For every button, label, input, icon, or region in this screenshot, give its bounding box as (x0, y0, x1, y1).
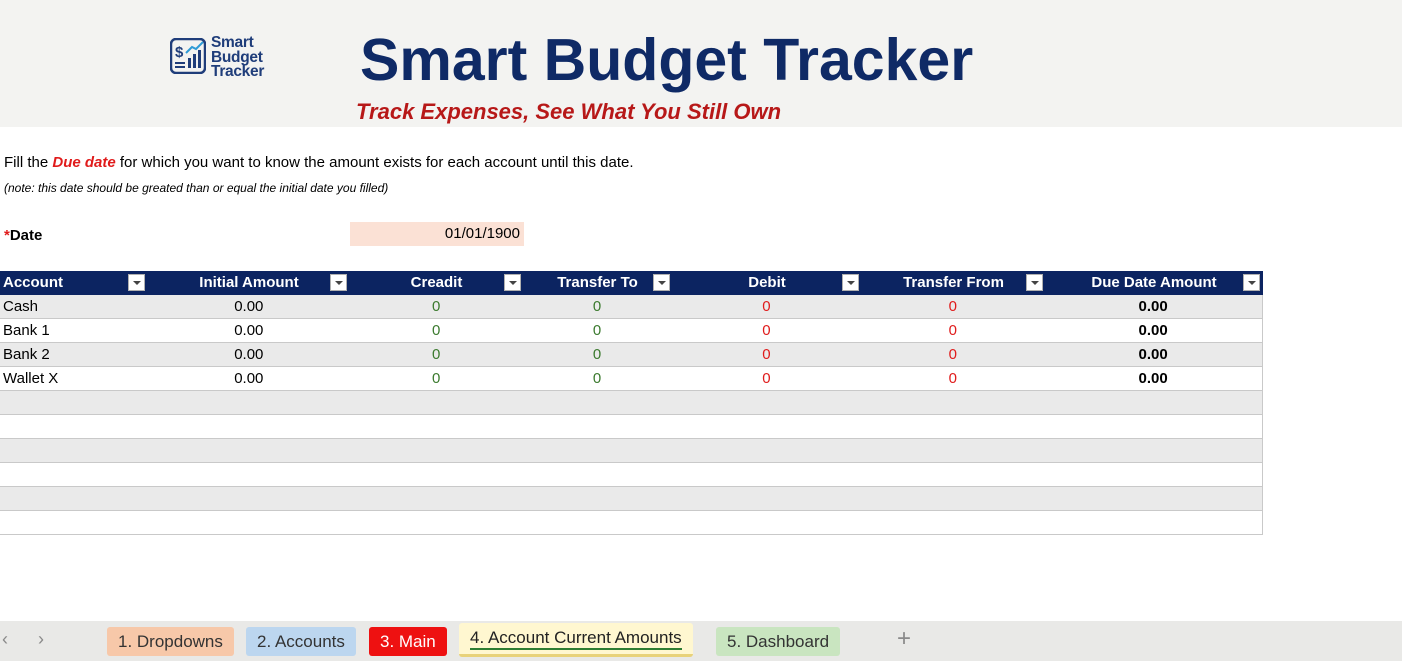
cell-due-date-amount[interactable]: 0.00 (1044, 319, 1262, 342)
sheet-tab-dashboard[interactable]: 5. Dashboard (716, 627, 841, 656)
cell-debit[interactable]: 0 (671, 295, 861, 318)
column-header-label: Transfer From (903, 274, 1004, 291)
add-sheet-icon[interactable]: + (897, 625, 911, 653)
cell-transfer-to[interactable]: 0 (523, 343, 672, 366)
empty-table-row[interactable] (0, 511, 1263, 535)
column-header-due-date-amount: Due Date Amount (1045, 271, 1263, 295)
cell-transfer-to[interactable]: 0 (523, 319, 672, 342)
accounts-table: Account Initial Amount Creadit Transfer … (0, 271, 1263, 535)
instructions-text: Fill the Due date for which you want to … (4, 154, 634, 171)
instructions-highlight: Due date (52, 154, 116, 171)
cell-transfer-to[interactable]: 0 (523, 295, 672, 318)
column-header-label: Account (3, 274, 63, 291)
cell-debit[interactable]: 0 (671, 319, 861, 342)
cell-transfer-to[interactable]: 0 (523, 367, 672, 390)
due-date-input[interactable]: 01/01/1900 (350, 222, 524, 246)
column-header-debit: Debit (672, 271, 862, 295)
active-tab-label: 4. Account Current Amounts (470, 628, 682, 650)
cell-credit[interactable]: 0 (350, 295, 523, 318)
cell-account[interactable]: Wallet X (0, 367, 148, 390)
instructions-suffix: for which you want to know the amount ex… (115, 154, 634, 171)
table-row: Cash 0.00 0 0 0 0 0.00 (0, 295, 1263, 319)
empty-table-row[interactable] (0, 463, 1263, 487)
header-band: $ Smart Budget Tracker Smart Budget Trac… (0, 0, 1402, 127)
column-header-transfer-to: Transfer To (523, 271, 672, 295)
cell-account[interactable]: Cash (0, 295, 148, 318)
cell-due-date-amount[interactable]: 0.00 (1044, 343, 1262, 366)
column-header-account: Account (0, 271, 148, 295)
column-header-credit: Creadit (350, 271, 523, 295)
cell-credit[interactable]: 0 (350, 319, 523, 342)
instructions-note: (note: this date should be greated than … (4, 181, 389, 195)
filter-dropdown-icon[interactable] (128, 274, 145, 291)
filter-dropdown-icon[interactable] (504, 274, 521, 291)
filter-dropdown-icon[interactable] (653, 274, 670, 291)
sheet-tab-accounts[interactable]: 2. Accounts (246, 627, 356, 656)
cell-credit[interactable]: 0 (350, 367, 523, 390)
filter-dropdown-icon[interactable] (1026, 274, 1043, 291)
filter-dropdown-icon[interactable] (330, 274, 347, 291)
cell-transfer-from[interactable]: 0 (861, 343, 1044, 366)
sheet-tab-dropdowns[interactable]: 1. Dropdowns (107, 627, 234, 656)
cell-initial-amount[interactable]: 0.00 (148, 319, 350, 342)
cell-due-date-amount[interactable]: 0.00 (1044, 367, 1262, 390)
column-header-label: Initial Amount (199, 274, 299, 291)
cell-initial-amount[interactable]: 0.00 (148, 295, 350, 318)
scroll-right-icon[interactable]: › (38, 629, 44, 650)
logo-chart-icon: $ (170, 38, 206, 74)
svg-text:$: $ (175, 44, 184, 61)
cell-initial-amount[interactable]: 0.00 (148, 367, 350, 390)
empty-table-row[interactable] (0, 415, 1263, 439)
filter-dropdown-icon[interactable] (1243, 274, 1260, 291)
table-header: Account Initial Amount Creadit Transfer … (0, 271, 1263, 295)
sheet-tab-bar: ‹ › 1. Dropdowns 2. Accounts 3. Main 4. … (0, 621, 1402, 661)
logo-text: Smart Budget Tracker (211, 35, 265, 80)
filter-dropdown-icon[interactable] (842, 274, 859, 291)
cell-transfer-from[interactable]: 0 (861, 319, 1044, 342)
column-header-initial-amount: Initial Amount (148, 271, 350, 295)
empty-table-row[interactable] (0, 391, 1263, 415)
cell-due-date-amount[interactable]: 0.00 (1044, 295, 1262, 318)
cell-account[interactable]: Bank 2 (0, 343, 148, 366)
instructions-prefix: Fill the (4, 154, 53, 171)
date-label-text: Date (9, 227, 43, 244)
scroll-left-icon[interactable]: ‹ (2, 629, 8, 650)
cell-transfer-from[interactable]: 0 (861, 367, 1044, 390)
logo-line: Tracker (211, 63, 265, 80)
empty-table-row[interactable] (0, 439, 1263, 463)
page-title: Smart Budget Tracker (360, 27, 974, 93)
cell-account[interactable]: Bank 1 (0, 319, 148, 342)
column-header-label: Transfer To (557, 274, 638, 291)
app-logo: $ Smart Budget Tracker (170, 35, 280, 84)
column-header-label: Creadit (410, 274, 463, 291)
cell-credit[interactable]: 0 (350, 343, 523, 366)
table-row: Bank 1 0.00 0 0 0 0 0.00 (0, 319, 1263, 343)
column-header-transfer-from: Transfer From (862, 271, 1045, 295)
sheet-tab-main[interactable]: 3. Main (369, 627, 447, 656)
empty-table-row[interactable] (0, 487, 1263, 511)
table-row: Bank 2 0.00 0 0 0 0 0.00 (0, 343, 1263, 367)
cell-initial-amount[interactable]: 0.00 (148, 343, 350, 366)
cell-transfer-from[interactable]: 0 (861, 295, 1044, 318)
page-subtitle: Track Expenses, See What You Still Own (356, 99, 782, 124)
sheet-tab-account-current-amounts[interactable]: 4. Account Current Amounts (459, 623, 693, 657)
cell-debit[interactable]: 0 (671, 343, 861, 366)
date-label: *Date (4, 227, 42, 244)
column-header-label: Due Date Amount (1091, 274, 1217, 291)
column-header-label: Debit (748, 274, 786, 291)
table-row: Wallet X 0.00 0 0 0 0 0.00 (0, 367, 1263, 391)
cell-debit[interactable]: 0 (671, 367, 861, 390)
